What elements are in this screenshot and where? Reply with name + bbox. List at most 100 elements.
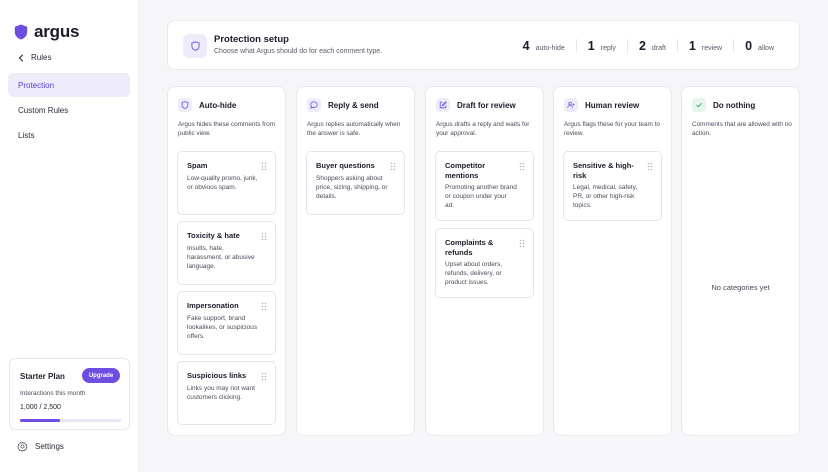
chevron-left-icon xyxy=(18,53,24,62)
stat-review: 1 review xyxy=(676,39,733,53)
stat-count: 1 xyxy=(587,39,595,53)
card-title: Competitor mentions xyxy=(445,161,485,180)
card-description: Promoting another brand or coupon under … xyxy=(445,184,517,209)
card-description: Shoppers asking about price, sizing, shi… xyxy=(316,175,388,200)
column-title: Do nothing xyxy=(713,100,756,110)
stat-count: 2 xyxy=(638,39,646,53)
plan-name: Starter Plan xyxy=(20,372,65,381)
drag-handle-icon[interactable] xyxy=(390,162,396,171)
shield-logo-icon xyxy=(14,24,28,40)
category-card-suspicious-links[interactable]: Suspicious links Links you may not want … xyxy=(177,361,276,425)
card-title: Suspicious links xyxy=(187,371,247,380)
category-card-complaints-refunds[interactable]: Complaints & refunds Upset about orders,… xyxy=(435,228,534,298)
stat-count: 0 xyxy=(745,39,753,53)
usage-count: 1,000 / 2,500 xyxy=(20,404,61,411)
upgrade-button[interactable]: Upgrade xyxy=(82,368,120,383)
card-title: Buyer questions xyxy=(316,161,375,170)
usage-progress-fill xyxy=(20,419,61,422)
category-card-sensitive-high-risk[interactable]: Sensitive & high-risk Legal, medical, sa… xyxy=(563,151,662,221)
card-title: Spam xyxy=(187,161,208,170)
stat-label: reply xyxy=(600,45,616,52)
check-icon xyxy=(692,98,706,112)
card-description: Low-quality promo, junk, or obvious spam… xyxy=(187,175,258,191)
drag-handle-icon[interactable] xyxy=(647,162,653,171)
category-card-spam[interactable]: Spam Low-quality promo, junk, or obvious… xyxy=(177,151,276,215)
shield-icon xyxy=(178,98,192,112)
card-title: Impersonation xyxy=(187,301,239,310)
stat-label: auto-hide xyxy=(535,45,565,52)
page-title: Protection setup xyxy=(214,34,289,45)
edit-icon xyxy=(436,98,450,112)
settings-link[interactable]: Settings xyxy=(17,441,64,452)
column-description: Comments that are allowed with no action… xyxy=(692,121,792,137)
stat-count: 1 xyxy=(688,39,696,53)
sidebar-item-lists[interactable]: Lists xyxy=(8,123,130,147)
column-header: Auto-hide xyxy=(178,98,236,112)
drag-handle-icon[interactable] xyxy=(519,239,525,248)
chat-bubble-icon xyxy=(307,98,321,112)
usage-label: Interactions this month xyxy=(20,390,86,397)
column-title: Human review xyxy=(585,100,640,110)
sidebar-item-protection[interactable]: Protection xyxy=(8,73,130,97)
sidebar-item-label: Lists xyxy=(18,130,35,140)
stat-label: draft xyxy=(651,45,666,52)
column-title: Auto-hide xyxy=(199,100,237,110)
sidebar-item-label: Custom Rules xyxy=(18,105,69,115)
card-title: Sensitive & high-risk xyxy=(573,161,634,180)
card-description: Insults, hate, harassment, or abusive la… xyxy=(187,245,255,270)
column-description: Argus flags these for your team to revie… xyxy=(564,121,660,137)
stat-draft: 2 draft xyxy=(626,39,677,53)
stat-count: 4 xyxy=(522,39,530,53)
protection-setup-header: Protection setup Choose what Argus shoul… xyxy=(167,20,800,70)
column-header: Do nothing xyxy=(692,98,755,112)
empty-state: No categories yet xyxy=(711,283,770,292)
column-header: Human review xyxy=(564,98,639,112)
category-card-impersonation[interactable]: Impersonation Fake support, brand lookal… xyxy=(177,291,276,355)
stat-reply: 1 reply xyxy=(575,39,627,53)
drag-handle-icon[interactable] xyxy=(519,162,525,171)
stat-allow: 0 allow xyxy=(733,39,785,53)
column-do-nothing: Do nothing Comments that are allowed wit… xyxy=(681,86,800,436)
column-description: Argus drafts a reply and waits for your … xyxy=(436,121,530,137)
usage-progress-bar xyxy=(20,419,121,422)
column-header: Reply & send xyxy=(307,98,379,112)
column-title: Draft for review xyxy=(457,100,516,110)
drag-handle-icon[interactable] xyxy=(261,372,267,381)
category-card-buyer-questions[interactable]: Buyer questions Shoppers asking about pr… xyxy=(306,151,405,215)
plan-card: Starter Plan Upgrade Interactions this m… xyxy=(9,358,130,430)
sidebar-item-label: Protection xyxy=(18,80,55,90)
card-title: Toxicity & hate xyxy=(187,231,240,240)
shield-icon xyxy=(183,34,207,58)
sidebar-item-custom-rules[interactable]: Custom Rules xyxy=(8,98,130,122)
page-subtitle: Choose what Argus should do for each com… xyxy=(214,48,383,55)
back-to-rules-link[interactable]: Rules xyxy=(18,53,51,62)
card-description: Links you may not want customers clickin… xyxy=(187,385,255,401)
back-label: Rules xyxy=(31,53,52,62)
category-card-toxicity[interactable]: Toxicity & hate Insults, hate, harassmen… xyxy=(177,221,276,285)
card-description: Legal, medical, safety, PR, or other hig… xyxy=(573,184,638,209)
column-reply-send: Reply & send Argus replies automatically… xyxy=(296,86,415,436)
logo[interactable]: argus xyxy=(14,22,79,42)
drag-handle-icon[interactable] xyxy=(261,232,267,241)
stat-label: review xyxy=(701,45,723,52)
card-title: Complaints & refunds xyxy=(445,238,494,257)
settings-label: Settings xyxy=(35,442,64,451)
column-draft-for-review: Draft for review Argus drafts a reply an… xyxy=(425,86,544,436)
gear-icon xyxy=(17,441,28,452)
sidebar-nav: Protection Custom Rules Lists xyxy=(8,73,130,148)
column-human-review: Human review Argus flags these for your … xyxy=(553,86,672,436)
column-description: Argus hides these comments from public v… xyxy=(178,121,275,137)
summary-stats: 4 auto-hide 1 reply 2 draft 1 review 0 allow xyxy=(512,21,785,71)
drag-handle-icon[interactable] xyxy=(261,302,267,311)
column-title: Reply & send xyxy=(328,100,379,110)
drag-handle-icon[interactable] xyxy=(261,162,267,171)
user-add-icon xyxy=(564,98,578,112)
logo-text: argus xyxy=(34,22,80,41)
column-description: Argus replies automatically when the ans… xyxy=(307,121,401,137)
category-card-competitor-mentions[interactable]: Competitor mentions Promoting another br… xyxy=(435,151,534,221)
stat-auto-hide: 4 auto-hide xyxy=(512,39,576,53)
column-header: Draft for review xyxy=(436,98,516,112)
card-description: Fake support, brand lookalikes, or suspi… xyxy=(187,315,258,340)
stat-label: allow xyxy=(758,45,774,52)
column-auto-hide: Auto-hide Argus hides these comments fro… xyxy=(167,86,286,436)
